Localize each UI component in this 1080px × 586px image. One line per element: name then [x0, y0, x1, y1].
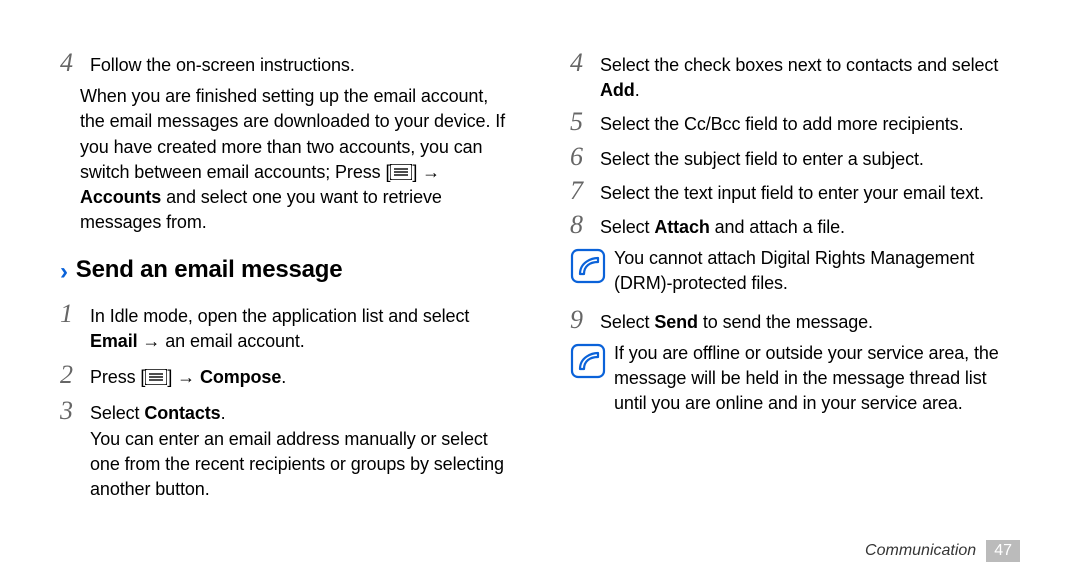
- step-text: Select: [600, 312, 654, 332]
- step-text: Press [: [90, 367, 145, 387]
- step-number: 7: [570, 178, 600, 204]
- step-number: 4: [60, 50, 90, 76]
- step-text: to send the message.: [698, 312, 873, 332]
- manual-page: 4 Follow the on-screen instructions. Whe…: [0, 0, 1080, 586]
- email-label: Email: [90, 331, 138, 351]
- section-heading: › Send an email message: [60, 253, 510, 289]
- step-number: 8: [570, 212, 600, 238]
- step-text: .: [281, 367, 286, 387]
- footer-section: Communication: [865, 542, 976, 560]
- step-body: Select the text input field to enter you…: [600, 181, 1020, 206]
- step-text: and attach a file.: [710, 217, 845, 237]
- send-label: Send: [654, 312, 698, 332]
- step-body: Press [ ] → Compose.: [90, 365, 510, 390]
- step-row: 3 Select Contacts. You can enter an emai…: [60, 398, 510, 502]
- step-text: Select the subject field to enter a subj…: [600, 149, 924, 169]
- step-row: 5 Select the Cc/Bcc field to add more re…: [570, 109, 1020, 137]
- step-row: 9 Select Send to send the message.: [570, 307, 1020, 335]
- menu-icon: [145, 369, 167, 385]
- attach-label: Attach: [654, 217, 709, 237]
- step-text: In Idle mode, open the application list …: [90, 306, 469, 326]
- step-text: Select the text input field to enter you…: [600, 183, 984, 203]
- step-text: Follow the on-screen instructions.: [90, 55, 355, 75]
- step-row: 4 Follow the on-screen instructions.: [60, 50, 510, 78]
- content-columns: 4 Follow the on-screen instructions. Whe…: [60, 50, 1020, 546]
- accounts-label: Accounts: [80, 187, 161, 207]
- step-body: Select the check boxes next to contacts …: [600, 53, 1020, 103]
- step-text: Select: [90, 403, 144, 423]
- step-row: 6 Select the subject field to enter a su…: [570, 144, 1020, 172]
- step-text: Select the Cc/Bcc field to add more reci…: [600, 114, 963, 134]
- left-column: 4 Follow the on-screen instructions. Whe…: [60, 50, 510, 546]
- step-number: 3: [60, 398, 90, 424]
- step-text: .: [221, 403, 226, 423]
- step-body: Select the Cc/Bcc field to add more reci…: [600, 112, 1020, 137]
- step-text: → an email account.: [138, 331, 305, 351]
- step-number: 4: [570, 50, 600, 76]
- step-row: 1 In Idle mode, open the application lis…: [60, 301, 510, 354]
- right-column: 4 Select the check boxes next to contact…: [570, 50, 1020, 546]
- menu-icon: [390, 164, 412, 180]
- step-number: 6: [570, 144, 600, 170]
- para-part: ] →: [412, 162, 440, 182]
- step-text: ] →: [167, 367, 200, 387]
- step-text: Select the check boxes next to contacts …: [600, 55, 998, 75]
- step-row: 8 Select Attach and attach a file.: [570, 212, 1020, 240]
- add-label: Add: [600, 80, 635, 100]
- step-body: Select Attach and attach a file.: [600, 215, 1020, 240]
- heading-text: Send an email message: [76, 256, 343, 283]
- step-subtext: You can enter an email address manually …: [90, 427, 510, 503]
- step-row: 2 Press [ ] → Compose.: [60, 362, 510, 390]
- compose-label: Compose: [200, 367, 281, 387]
- step-body: Select the subject field to enter a subj…: [600, 147, 1020, 172]
- note-row: You cannot attach Digital Rights Managem…: [570, 246, 1020, 296]
- step-number: 9: [570, 307, 600, 333]
- account-info-para: When you are finished setting up the ema…: [80, 84, 510, 235]
- note-icon: [570, 343, 606, 379]
- note-body: You cannot attach Digital Rights Managem…: [614, 246, 1020, 296]
- page-footer: Communication 47: [865, 540, 1020, 562]
- step-row: 7 Select the text input field to enter y…: [570, 178, 1020, 206]
- step-body: Select Send to send the message.: [600, 310, 1020, 335]
- step-body: In Idle mode, open the application list …: [90, 304, 510, 354]
- note-icon: [570, 248, 606, 284]
- step-body: Follow the on-screen instructions.: [90, 53, 510, 78]
- note-body: If you are offline or outside your servi…: [614, 341, 1020, 417]
- step-body: Select Contacts. You can enter an email …: [90, 401, 510, 502]
- step-number: 2: [60, 362, 90, 388]
- step-row: 4 Select the check boxes next to contact…: [570, 50, 1020, 103]
- step-number: 5: [570, 109, 600, 135]
- note-row: If you are offline or outside your servi…: [570, 341, 1020, 417]
- step-number: 1: [60, 301, 90, 327]
- footer-page-number: 47: [986, 540, 1020, 562]
- chevron-icon: ›: [60, 258, 68, 285]
- contacts-label: Contacts: [144, 403, 220, 423]
- step-text: .: [635, 80, 640, 100]
- para-part: When you are finished setting up the ema…: [80, 86, 505, 182]
- step-text: Select: [600, 217, 654, 237]
